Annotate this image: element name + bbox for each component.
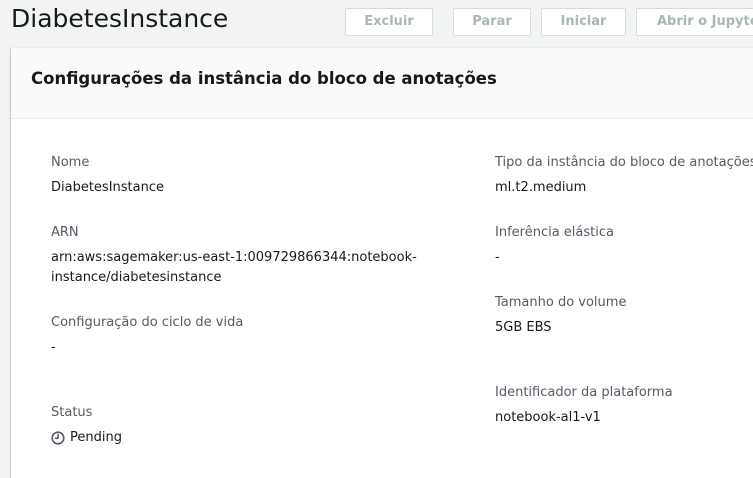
clock-icon: [51, 431, 65, 445]
name-value: DiabetesInstance: [51, 180, 165, 195]
stop-button[interactable]: Parar: [453, 8, 531, 36]
settings-panel: Configurações da instância do bloco de a…: [11, 47, 753, 478]
platform-id-label: Identificador da plataforma: [495, 385, 673, 400]
open-jupyter-button[interactable]: Abrir o Jupyter: [636, 8, 753, 36]
panel-header: Configurações da instância do bloco de a…: [11, 48, 753, 119]
status-text: Pending: [70, 430, 122, 445]
lifecycle-value: -: [51, 340, 56, 355]
start-button[interactable]: Iniciar: [541, 8, 626, 36]
elastic-inference-label: Inferência elástica: [495, 225, 614, 240]
status-badge: Pending: [51, 428, 122, 448]
panel-title: Configurações da instância do bloco de a…: [31, 69, 497, 88]
instance-type-label: Tipo da instância do bloco de anotações: [495, 155, 753, 170]
elastic-inference-value: -: [495, 250, 500, 265]
arn-label: ARN: [51, 225, 79, 240]
instance-type-value: ml.t2.medium: [495, 180, 587, 195]
lifecycle-label: Configuração do ciclo de vida: [51, 315, 244, 330]
volume-size-value: 5GB EBS: [495, 320, 552, 335]
delete-button[interactable]: Excluir: [345, 8, 433, 36]
status-label: Status: [51, 405, 93, 420]
name-label: Nome: [51, 155, 90, 170]
page-title: DiabetesInstance: [11, 4, 229, 33]
volume-size-label: Tamanho do volume: [495, 295, 627, 310]
platform-id-value: notebook-al1-v1: [495, 410, 601, 425]
arn-value: arn:aws:sagemaker:us-east-1:009729866344…: [51, 250, 417, 285]
